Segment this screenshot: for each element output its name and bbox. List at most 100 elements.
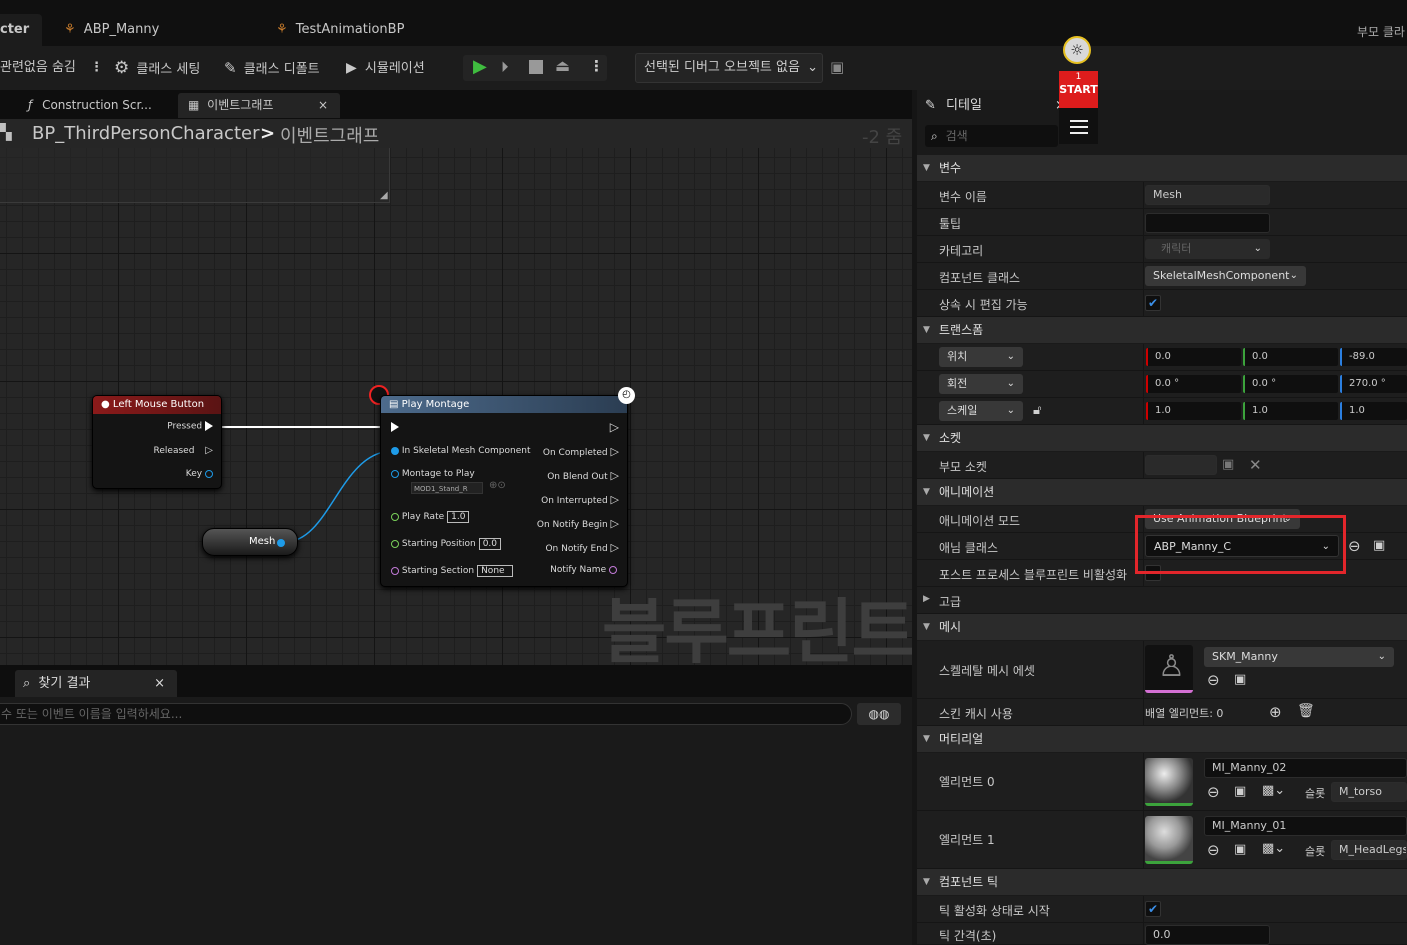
- scale-y[interactable]: 1.0: [1243, 402, 1338, 420]
- use-selected-icon[interactable]: ⊖: [1207, 841, 1220, 859]
- montage-to-play-pin[interactable]: Montage to Play: [391, 469, 475, 479]
- on-notify-begin-pin[interactable]: On Notify Begin ▷: [537, 517, 619, 530]
- mesh-variable-node[interactable]: Mesh: [202, 528, 298, 556]
- checker-icon[interactable]: ▩⌄: [1262, 783, 1285, 798]
- material-thumbnail[interactable]: [1145, 816, 1193, 864]
- details-tab[interactable]: ✎ 디테일 ×: [917, 93, 1077, 118]
- on-notify-end-pin[interactable]: On Notify End ▷: [545, 541, 619, 554]
- section-component-tick[interactable]: ▼ 컴포넌트 틱: [917, 869, 1407, 895]
- scale-dropdown[interactable]: 스케일 ⌄: [939, 401, 1023, 421]
- browse-asset-icon[interactable]: ▣: [1373, 538, 1385, 553]
- tab-character[interactable]: cter ×: [0, 14, 42, 69]
- notify-name-pin[interactable]: Notify Name: [550, 565, 617, 575]
- exec-in-pin[interactable]: [391, 422, 399, 433]
- key-pin[interactable]: Key: [186, 469, 213, 479]
- hide-unrelated-button[interactable]: 관련없음 숨김 ⋮: [0, 58, 103, 78]
- trash-icon[interactable]: 🗑︎: [1297, 703, 1315, 719]
- on-blend-out-pin[interactable]: On Blend Out ▷: [547, 469, 619, 482]
- material-0-field[interactable]: MI_Manny_02: [1204, 758, 1407, 778]
- details-search-input[interactable]: ⌕ 검색: [925, 125, 1058, 147]
- tab-construction-script[interactable]: ƒ Construction Scr...: [18, 93, 174, 118]
- skeletal-mesh-thumbnail[interactable]: ♙: [1145, 645, 1193, 693]
- tab-test-animation-bp[interactable]: ⚘ TestAnimationBP: [268, 14, 468, 46]
- section-mesh[interactable]: ▼ 메시: [917, 614, 1407, 640]
- on-interrupted-pin[interactable]: On Interrupted ▷: [541, 493, 619, 506]
- scale-x[interactable]: 1.0: [1146, 402, 1241, 420]
- rotation-z[interactable]: 270.0 °: [1340, 375, 1407, 393]
- tick-interval-field[interactable]: 0.0: [1145, 925, 1270, 945]
- stop-icon[interactable]: [529, 60, 543, 74]
- clear-icon[interactable]: ✕: [1249, 456, 1262, 474]
- use-selected-icon[interactable]: ⊖: [1207, 671, 1220, 689]
- starting-section-input[interactable]: Starting Section None: [391, 565, 514, 577]
- browse-asset-icon[interactable]: ▣: [1234, 672, 1246, 687]
- rotation-dropdown[interactable]: 회전 ⌄: [939, 374, 1023, 394]
- more-options-icon[interactable]: ⋮: [90, 60, 103, 75]
- location-dropdown[interactable]: 위치 ⌄: [939, 347, 1023, 367]
- scale-z[interactable]: 1.0: [1340, 402, 1407, 420]
- tab-find-results[interactable]: ⌕ 찾기 결과 ×: [15, 670, 177, 697]
- use-selected-icon[interactable]: ⊖: [1348, 537, 1361, 555]
- rotation-y[interactable]: 0.0 °: [1243, 375, 1338, 393]
- montage-select[interactable]: MOD1_Stand_R: [411, 482, 483, 494]
- play-rate-input[interactable]: Play Rate 1.0: [391, 511, 470, 523]
- location-x[interactable]: 0.0: [1146, 348, 1241, 366]
- variable-name-field[interactable]: Mesh: [1145, 185, 1270, 205]
- breadcrumb-root[interactable]: BP_ThirdPersonCharacter: [32, 123, 259, 144]
- starting-position-input[interactable]: Starting Position 0.0: [391, 538, 502, 550]
- starting-section-value[interactable]: None: [477, 565, 514, 577]
- find-search-input[interactable]: 수 또는 이벤트 이름을 입력하세요...: [0, 703, 852, 725]
- released-pin[interactable]: Released ▷: [154, 445, 213, 456]
- starting-position-value[interactable]: 0.0: [478, 538, 502, 550]
- browse-socket-icon[interactable]: ▣: [1222, 457, 1234, 472]
- browse-asset-icon[interactable]: ▣: [1234, 842, 1246, 857]
- location-y[interactable]: 0.0: [1243, 348, 1338, 366]
- skeletal-mesh-dropdown[interactable]: SKM_Manny ⌄: [1204, 647, 1394, 667]
- use-selected-icon[interactable]: ⊖: [1207, 783, 1220, 801]
- category-dropdown[interactable]: 캐릭터 ⌄: [1145, 239, 1270, 259]
- class-defaults-button[interactable]: ✎ 클래스 디폴트: [224, 58, 320, 78]
- hamburger-menu-icon[interactable]: [1059, 108, 1098, 144]
- add-element-icon[interactable]: ⊕: [1269, 703, 1282, 721]
- left-mouse-button-node[interactable]: ● Left Mouse Button Pressed Released ▷ K…: [92, 395, 222, 489]
- pressed-pin[interactable]: Pressed: [167, 421, 213, 432]
- start-tick-checkbox[interactable]: ✔: [1145, 901, 1161, 917]
- simulation-button[interactable]: ▶ 시뮬레이션: [346, 58, 425, 78]
- on-completed-pin[interactable]: On Completed ▷: [543, 445, 619, 458]
- play-options-icon[interactable]: ⋮: [589, 57, 604, 75]
- section-animation[interactable]: ▼ 애니메이션: [917, 479, 1407, 505]
- location-z[interactable]: -89.0: [1340, 348, 1407, 366]
- section-transform[interactable]: ▼ 트랜스폼: [917, 317, 1407, 343]
- tooltip-field[interactable]: [1145, 213, 1270, 233]
- tab-event-graph[interactable]: ▦ 이벤트그래프 ×: [178, 93, 340, 118]
- find-in-all-blueprints-button[interactable]: ◍◍: [857, 703, 901, 725]
- section-socket[interactable]: ▼ 소켓: [917, 425, 1407, 451]
- material-thumbnail[interactable]: [1145, 758, 1193, 806]
- play-montage-node[interactable]: ▤ Play Montage ▷ In Skeletal Mesh Compon…: [380, 395, 628, 587]
- montage-use-icon[interactable]: ⊕⊙: [489, 480, 506, 491]
- section-variable[interactable]: ▼ 변수: [917, 155, 1407, 181]
- slot-1-field[interactable]: M_HeadLegs: [1331, 840, 1407, 860]
- class-settings-button[interactable]: ⚙ 클래스 세팅: [114, 58, 200, 78]
- browse-debug-icon[interactable]: ▣: [830, 58, 844, 76]
- tab-close-icon[interactable]: ×: [318, 93, 328, 118]
- browse-asset-icon[interactable]: ▣: [1234, 784, 1246, 799]
- step-icon[interactable]: ⏵: [501, 58, 509, 76]
- skeletal-mesh-pin[interactable]: In Skeletal Mesh Component: [391, 446, 531, 456]
- rotation-x[interactable]: 0.0 °: [1146, 375, 1241, 393]
- play-icon[interactable]: ▶: [473, 56, 487, 77]
- tab-abp-manny[interactable]: ⚘ ABP_Manny: [56, 14, 256, 46]
- checker-icon[interactable]: ▩⌄: [1262, 841, 1285, 856]
- debug-object-dropdown[interactable]: 선택된 디버그 오브젝트 없음 ⌄: [635, 53, 823, 83]
- eject-icon[interactable]: ⏏: [555, 56, 570, 75]
- material-1-field[interactable]: MI_Manny_01: [1204, 816, 1407, 836]
- exec-out-pin[interactable]: ▷: [610, 420, 619, 434]
- lock-icon[interactable]: 🔓︎: [1033, 403, 1041, 418]
- editable-checkbox[interactable]: ✔: [1145, 295, 1161, 311]
- parent-socket-field[interactable]: [1145, 455, 1217, 475]
- section-advanced[interactable]: ▶ 고급: [917, 587, 1407, 614]
- play-rate-value[interactable]: 1.0: [447, 511, 470, 523]
- component-class-dropdown[interactable]: SkeletalMeshComponent ⌄: [1145, 266, 1306, 286]
- slot-0-field[interactable]: M_torso: [1331, 782, 1407, 802]
- section-material[interactable]: ▼ 머티리얼: [917, 726, 1407, 752]
